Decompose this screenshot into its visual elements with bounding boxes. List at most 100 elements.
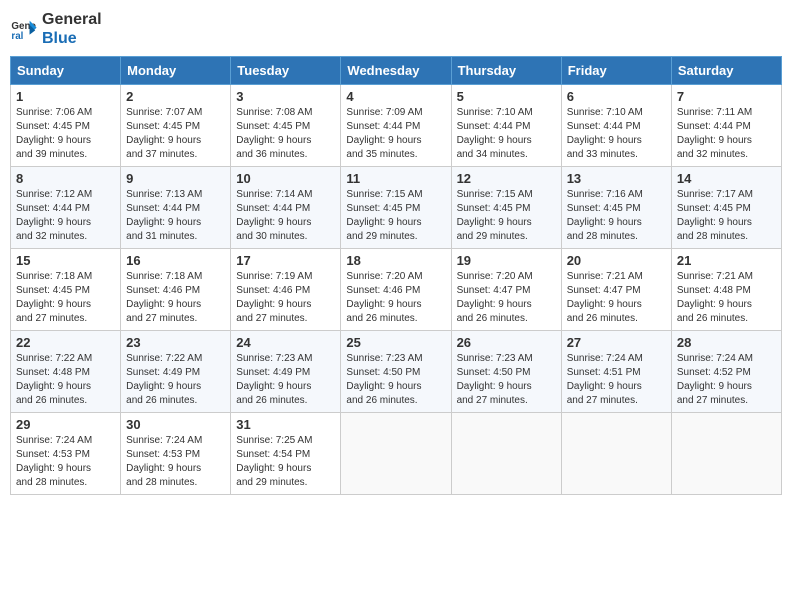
- day-number: 3: [236, 89, 335, 104]
- day-info: Sunrise: 7:24 AM Sunset: 4:53 PM Dayligh…: [126, 435, 202, 488]
- calendar-cell: 27 Sunrise: 7:24 AM Sunset: 4:51 PM Dayl…: [561, 331, 671, 413]
- day-info: Sunrise: 7:23 AM Sunset: 4:50 PM Dayligh…: [346, 353, 422, 406]
- logo-icon: Gene ral: [10, 15, 38, 43]
- day-info: Sunrise: 7:22 AM Sunset: 4:48 PM Dayligh…: [16, 353, 92, 406]
- weekday-header: SundayMondayTuesdayWednesdayThursdayFrid…: [11, 57, 782, 85]
- calendar-cell: 9 Sunrise: 7:13 AM Sunset: 4:44 PM Dayli…: [121, 167, 231, 249]
- logo-text-line1: General: [42, 10, 102, 29]
- calendar-cell: 7 Sunrise: 7:11 AM Sunset: 4:44 PM Dayli…: [671, 85, 781, 167]
- weekday-header-sunday: Sunday: [11, 57, 121, 85]
- day-info: Sunrise: 7:06 AM Sunset: 4:45 PM Dayligh…: [16, 107, 92, 160]
- day-number: 24: [236, 335, 335, 350]
- calendar-cell: 18 Sunrise: 7:20 AM Sunset: 4:46 PM Dayl…: [341, 249, 451, 331]
- header: Gene ral General Blue: [10, 10, 782, 48]
- weekday-header-saturday: Saturday: [671, 57, 781, 85]
- day-info: Sunrise: 7:07 AM Sunset: 4:45 PM Dayligh…: [126, 107, 202, 160]
- day-number: 13: [567, 171, 666, 186]
- day-number: 25: [346, 335, 445, 350]
- day-info: Sunrise: 7:16 AM Sunset: 4:45 PM Dayligh…: [567, 189, 643, 242]
- day-info: Sunrise: 7:22 AM Sunset: 4:49 PM Dayligh…: [126, 353, 202, 406]
- weekday-header-thursday: Thursday: [451, 57, 561, 85]
- calendar-cell: 3 Sunrise: 7:08 AM Sunset: 4:45 PM Dayli…: [231, 85, 341, 167]
- day-info: Sunrise: 7:10 AM Sunset: 4:44 PM Dayligh…: [567, 107, 643, 160]
- weekday-header-wednesday: Wednesday: [341, 57, 451, 85]
- day-number: 11: [346, 171, 445, 186]
- calendar-cell: 10 Sunrise: 7:14 AM Sunset: 4:44 PM Dayl…: [231, 167, 341, 249]
- calendar-cell: 11 Sunrise: 7:15 AM Sunset: 4:45 PM Dayl…: [341, 167, 451, 249]
- day-info: Sunrise: 7:10 AM Sunset: 4:44 PM Dayligh…: [457, 107, 533, 160]
- day-info: Sunrise: 7:24 AM Sunset: 4:52 PM Dayligh…: [677, 353, 753, 406]
- day-info: Sunrise: 7:09 AM Sunset: 4:44 PM Dayligh…: [346, 107, 422, 160]
- calendar-cell: 17 Sunrise: 7:19 AM Sunset: 4:46 PM Dayl…: [231, 249, 341, 331]
- day-info: Sunrise: 7:08 AM Sunset: 4:45 PM Dayligh…: [236, 107, 312, 160]
- day-info: Sunrise: 7:24 AM Sunset: 4:53 PM Dayligh…: [16, 435, 92, 488]
- day-info: Sunrise: 7:21 AM Sunset: 4:47 PM Dayligh…: [567, 271, 643, 324]
- calendar-cell: 28 Sunrise: 7:24 AM Sunset: 4:52 PM Dayl…: [671, 331, 781, 413]
- day-number: 18: [346, 253, 445, 268]
- weekday-header-monday: Monday: [121, 57, 231, 85]
- day-info: Sunrise: 7:20 AM Sunset: 4:47 PM Dayligh…: [457, 271, 533, 324]
- calendar-cell: 23 Sunrise: 7:22 AM Sunset: 4:49 PM Dayl…: [121, 331, 231, 413]
- day-info: Sunrise: 7:17 AM Sunset: 4:45 PM Dayligh…: [677, 189, 753, 242]
- day-info: Sunrise: 7:20 AM Sunset: 4:46 PM Dayligh…: [346, 271, 422, 324]
- day-number: 21: [677, 253, 776, 268]
- day-number: 22: [16, 335, 115, 350]
- calendar-cell: 21 Sunrise: 7:21 AM Sunset: 4:48 PM Dayl…: [671, 249, 781, 331]
- calendar-cell: 31 Sunrise: 7:25 AM Sunset: 4:54 PM Dayl…: [231, 413, 341, 495]
- calendar-cell: 2 Sunrise: 7:07 AM Sunset: 4:45 PM Dayli…: [121, 85, 231, 167]
- day-info: Sunrise: 7:18 AM Sunset: 4:46 PM Dayligh…: [126, 271, 202, 324]
- day-number: 14: [677, 171, 776, 186]
- calendar-cell: 20 Sunrise: 7:21 AM Sunset: 4:47 PM Dayl…: [561, 249, 671, 331]
- calendar-cell: 5 Sunrise: 7:10 AM Sunset: 4:44 PM Dayli…: [451, 85, 561, 167]
- day-info: Sunrise: 7:25 AM Sunset: 4:54 PM Dayligh…: [236, 435, 312, 488]
- weekday-header-tuesday: Tuesday: [231, 57, 341, 85]
- day-info: Sunrise: 7:18 AM Sunset: 4:45 PM Dayligh…: [16, 271, 92, 324]
- day-number: 15: [16, 253, 115, 268]
- day-info: Sunrise: 7:15 AM Sunset: 4:45 PM Dayligh…: [457, 189, 533, 242]
- day-number: 26: [457, 335, 556, 350]
- calendar-cell: 8 Sunrise: 7:12 AM Sunset: 4:44 PM Dayli…: [11, 167, 121, 249]
- day-number: 6: [567, 89, 666, 104]
- day-number: 12: [457, 171, 556, 186]
- day-number: 10: [236, 171, 335, 186]
- calendar-cell: 16 Sunrise: 7:18 AM Sunset: 4:46 PM Dayl…: [121, 249, 231, 331]
- calendar-cell: [451, 413, 561, 495]
- day-info: Sunrise: 7:23 AM Sunset: 4:49 PM Dayligh…: [236, 353, 312, 406]
- day-number: 30: [126, 417, 225, 432]
- day-info: Sunrise: 7:14 AM Sunset: 4:44 PM Dayligh…: [236, 189, 312, 242]
- calendar-body: 1 Sunrise: 7:06 AM Sunset: 4:45 PM Dayli…: [11, 85, 782, 495]
- day-number: 7: [677, 89, 776, 104]
- calendar-cell: 12 Sunrise: 7:15 AM Sunset: 4:45 PM Dayl…: [451, 167, 561, 249]
- day-info: Sunrise: 7:19 AM Sunset: 4:46 PM Dayligh…: [236, 271, 312, 324]
- calendar-cell: [561, 413, 671, 495]
- calendar-table: SundayMondayTuesdayWednesdayThursdayFrid…: [10, 56, 782, 495]
- day-number: 29: [16, 417, 115, 432]
- calendar-cell: 26 Sunrise: 7:23 AM Sunset: 4:50 PM Dayl…: [451, 331, 561, 413]
- day-info: Sunrise: 7:13 AM Sunset: 4:44 PM Dayligh…: [126, 189, 202, 242]
- day-number: 17: [236, 253, 335, 268]
- calendar-cell: 1 Sunrise: 7:06 AM Sunset: 4:45 PM Dayli…: [11, 85, 121, 167]
- day-info: Sunrise: 7:23 AM Sunset: 4:50 PM Dayligh…: [457, 353, 533, 406]
- day-number: 2: [126, 89, 225, 104]
- day-number: 20: [567, 253, 666, 268]
- day-info: Sunrise: 7:24 AM Sunset: 4:51 PM Dayligh…: [567, 353, 643, 406]
- day-number: 23: [126, 335, 225, 350]
- day-number: 16: [126, 253, 225, 268]
- day-info: Sunrise: 7:21 AM Sunset: 4:48 PM Dayligh…: [677, 271, 753, 324]
- day-number: 5: [457, 89, 556, 104]
- day-number: 31: [236, 417, 335, 432]
- logo: Gene ral General Blue: [10, 10, 102, 48]
- calendar-cell: 19 Sunrise: 7:20 AM Sunset: 4:47 PM Dayl…: [451, 249, 561, 331]
- calendar-cell: 30 Sunrise: 7:24 AM Sunset: 4:53 PM Dayl…: [121, 413, 231, 495]
- weekday-header-friday: Friday: [561, 57, 671, 85]
- calendar-cell: 24 Sunrise: 7:23 AM Sunset: 4:49 PM Dayl…: [231, 331, 341, 413]
- calendar-cell: [341, 413, 451, 495]
- svg-text:ral: ral: [11, 31, 23, 42]
- day-number: 8: [16, 171, 115, 186]
- calendar-cell: 4 Sunrise: 7:09 AM Sunset: 4:44 PM Dayli…: [341, 85, 451, 167]
- calendar-cell: 15 Sunrise: 7:18 AM Sunset: 4:45 PM Dayl…: [11, 249, 121, 331]
- day-number: 1: [16, 89, 115, 104]
- day-number: 4: [346, 89, 445, 104]
- calendar-cell: 22 Sunrise: 7:22 AM Sunset: 4:48 PM Dayl…: [11, 331, 121, 413]
- calendar-cell: 25 Sunrise: 7:23 AM Sunset: 4:50 PM Dayl…: [341, 331, 451, 413]
